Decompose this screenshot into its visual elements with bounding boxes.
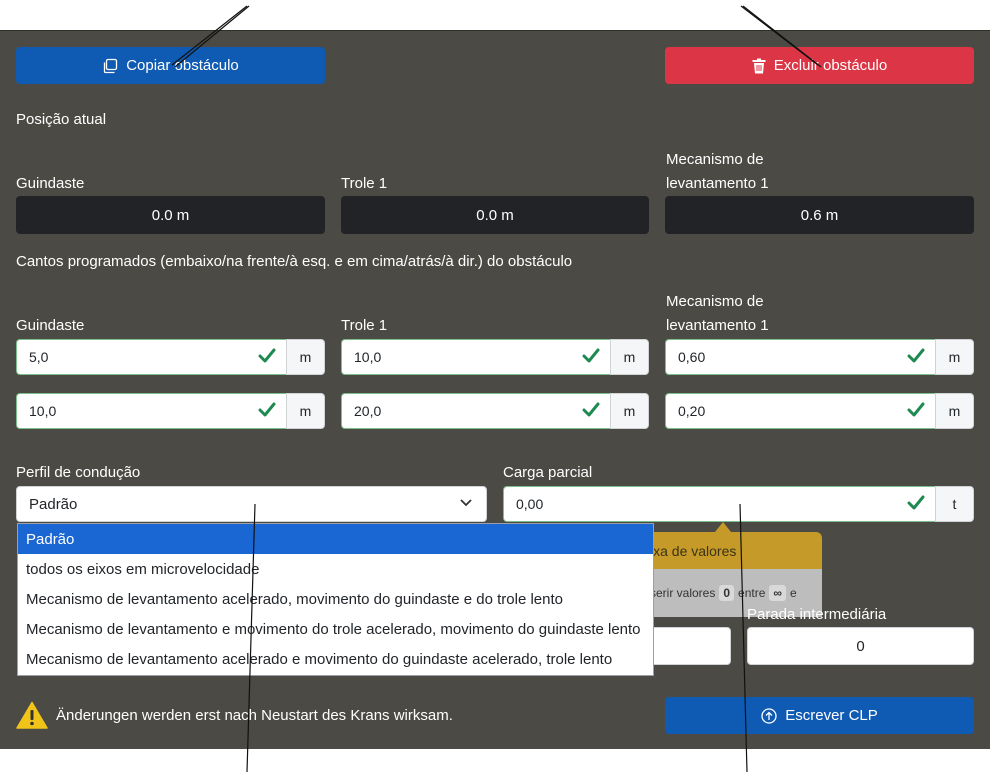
tooltip-title: ixa de valores: [640, 532, 822, 569]
corner2-crane-group: 10,0 m: [16, 393, 325, 429]
corner2-trolley-value: 20,0: [354, 403, 382, 419]
chevron-down-icon: [460, 499, 472, 507]
corners-trolley-label: Trole 1: [341, 317, 388, 334]
restart-warning-text: Änderungen werden erst nach Neustart des…: [56, 707, 453, 724]
intermediate-stop-label: Parada intermediária: [747, 606, 887, 623]
tooltip-suffix: e: [789, 586, 797, 600]
corner1-trolley-input[interactable]: 10,0: [341, 339, 610, 375]
corner2-crane-value: 10,0: [29, 403, 57, 419]
write-plc-button[interactable]: Escrever CLP: [665, 697, 974, 734]
valid-check-icon: [907, 402, 925, 417]
hoist-label-line2: levantamento 1: [666, 175, 769, 192]
write-plc-label: Escrever CLP: [785, 707, 878, 724]
corner1-crane-input[interactable]: 5,0: [16, 339, 286, 375]
programmed-corners-title: Cantos programados (embaixo/na frente/à …: [16, 253, 573, 270]
unit-addon: m: [935, 393, 974, 429]
drive-profile-option[interactable]: Mecanismo de levantamento e movimento do…: [18, 615, 653, 645]
drive-profile-select[interactable]: Padrão: [16, 486, 487, 522]
trolley-position-label: Trole 1: [341, 175, 388, 192]
valid-check-icon: [258, 402, 276, 417]
warning-icon: [16, 701, 48, 729]
trash-icon: [752, 58, 766, 73]
corners-crane-label: Guindaste: [16, 317, 85, 334]
crane-position-label: Guindaste: [16, 175, 85, 192]
copy-obstacle-label: Copiar obstáculo: [126, 57, 239, 74]
valid-check-icon: [582, 348, 600, 363]
copy-obstacle-button[interactable]: Copiar obstáculo: [16, 47, 325, 84]
drive-profile-option[interactable]: Mecanismo de levantamento acelerado, mov…: [18, 584, 653, 614]
corner1-crane-value: 5,0: [29, 349, 49, 365]
corner2-hoist-input[interactable]: 0,20: [665, 393, 935, 429]
tooltip-arrow: [715, 522, 731, 532]
current-position-title: Posição atual: [16, 111, 107, 128]
drive-profile-option[interactable]: todos os eixos em microvelocidade: [18, 554, 653, 584]
intermediate-stop-input[interactable]: 0: [747, 627, 974, 665]
corner2-trolley-group: 20,0 m: [341, 393, 649, 429]
valid-check-icon: [258, 348, 276, 363]
tooltip-text: serir valores: [650, 586, 716, 600]
tooltip-max: ∞: [769, 585, 786, 601]
upload-circle-icon: [761, 707, 777, 724]
unit-addon: m: [610, 393, 649, 429]
drive-profile-option[interactable]: Padrão: [18, 524, 653, 555]
partial-load-input[interactable]: 0,00: [503, 486, 935, 522]
corner2-hoist-group: 0,20 m: [665, 393, 974, 429]
corner2-hoist-value: 0,20: [678, 403, 706, 419]
hoist-position-readout: 0.6 m: [665, 196, 974, 234]
partial-load-group: 0,00 t: [503, 486, 974, 522]
hoist-label-line1: Mecanismo de: [666, 151, 764, 168]
copy-icon: [104, 58, 118, 73]
corners-hoist-label: Mecanismo de levantamento 1: [666, 290, 769, 338]
delete-obstacle-button[interactable]: Excluir obstáculo: [665, 47, 974, 84]
partial-load-label: Carga parcial: [503, 464, 593, 481]
unit-addon: m: [286, 339, 325, 375]
delete-obstacle-label: Excluir obstáculo: [773, 57, 888, 74]
corner1-hoist-group: 0,60 m: [665, 339, 974, 375]
corner1-trolley-group: 10,0 m: [341, 339, 649, 375]
corners-hoist-label-line2: levantamento 1: [666, 317, 769, 334]
partial-load-value: 0,00: [516, 496, 544, 512]
valid-check-icon: [907, 348, 925, 363]
corner2-trolley-input[interactable]: 20,0: [341, 393, 610, 429]
corners-hoist-label-line1: Mecanismo de: [666, 293, 764, 310]
drive-profile-selected: Padrão: [29, 495, 78, 513]
corner1-hoist-input[interactable]: 0,60: [665, 339, 935, 375]
valid-check-icon: [907, 495, 925, 510]
drive-profile-label: Perfil de condução: [16, 464, 141, 481]
valid-check-icon: [582, 402, 600, 417]
drive-profile-dropdown[interactable]: Padrão todos os eixos em microvelocidade…: [17, 523, 654, 676]
unit-addon: m: [286, 393, 325, 429]
crane-position-readout: 0.0 m: [16, 196, 325, 234]
unit-addon: m: [610, 339, 649, 375]
trolley-position-readout: 0.0 m: [341, 196, 649, 234]
drive-profile-option[interactable]: Mecanismo de levantamento acelerado e mo…: [18, 645, 653, 675]
corner2-crane-input[interactable]: 10,0: [16, 393, 286, 429]
hoist-position-label: Mecanismo de levantamento 1: [666, 148, 769, 196]
tooltip-between: entre: [738, 586, 766, 600]
unit-addon: t: [935, 486, 974, 522]
corner1-crane-group: 5,0 m: [16, 339, 325, 375]
tooltip-min: 0: [719, 585, 735, 601]
unit-addon: m: [935, 339, 974, 375]
corner1-hoist-value: 0,60: [678, 349, 706, 365]
corner1-trolley-value: 10,0: [354, 349, 382, 365]
